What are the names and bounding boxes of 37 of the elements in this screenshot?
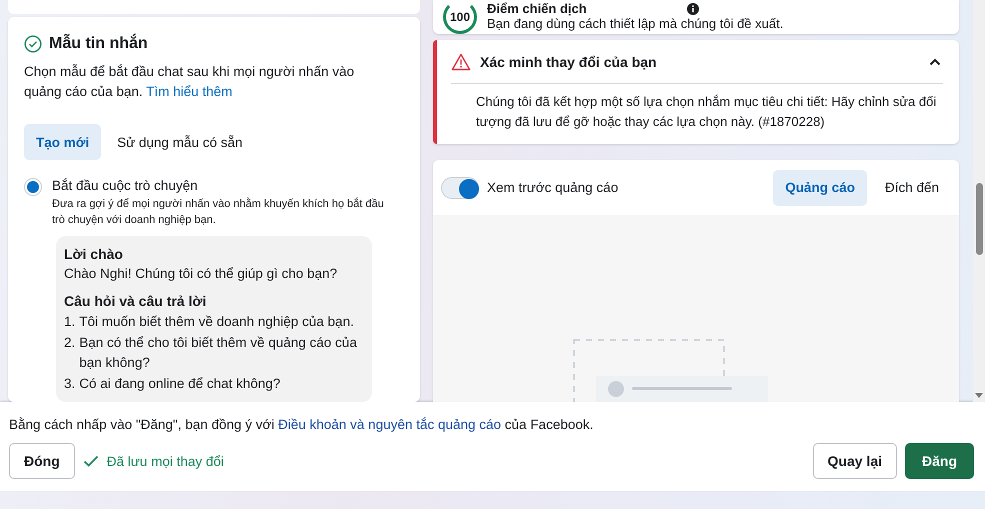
info-icon[interactable]: [686, 3, 699, 15]
score-title: Điểm chiến dịch: [487, 2, 587, 16]
publish-button[interactable]: Đăng: [905, 443, 974, 479]
terms-link[interactable]: Điều khoản và nguyên tắc quảng cáo: [278, 417, 502, 432]
preview-tab[interactable]: Quảng cáo: [773, 170, 867, 206]
radio-button[interactable]: [24, 178, 42, 196]
question-text: Tôi muốn biết thêm về doanh nghiệp của bạn.: [79, 313, 354, 331]
question-number: 2.: [64, 334, 76, 352]
toggle-label: Xem trước quảng cáo: [487, 180, 620, 195]
scrollbar[interactable]: [973, 0, 985, 402]
learn-more-link[interactable]: Tìm hiểu thêm: [146, 84, 232, 99]
template-tab[interactable]: Sử dụng mẫu có sẵn: [105, 124, 254, 160]
alert-message: Chúng tôi đã kết hợp một số lựa chọn nhắm mục tiêu chi tiết: Hãy chỉnh sửa đối tượng đã lưu để gỡ hoặc thay các lựa chọn này. (#1870228): [476, 93, 938, 131]
question-number: 3.: [64, 375, 76, 393]
faq-heading: Câu hỏi và câu trả lời: [64, 292, 208, 311]
greeting-heading: Lời chào: [64, 245, 124, 264]
score-subtitle: Bạn đang dùng cách thiết lập mà chúng tôi đề xuất.: [487, 16, 784, 32]
option-description: Đưa ra gợi ý để mọi người nhấn vào nhằm khuyến khích họ bắt đầu trò chuyện với doanh nghiệp bạn.: [52, 196, 385, 228]
saved-status: Đã lưu mọi thay đổi: [106, 454, 224, 468]
question-number: 1.: [64, 313, 76, 331]
back-button[interactable]: Quay lại: [812, 443, 897, 479]
preview-tab[interactable]: Đích đến: [872, 170, 951, 206]
template-tab[interactable]: Tạo mới: [24, 124, 102, 160]
toggle-switch[interactable]: [441, 176, 479, 198]
check-icon: [82, 455, 99, 467]
chevron-icon[interactable]: [929, 58, 941, 66]
alert-title: Xác minh thay đổi của bạn: [480, 54, 658, 70]
warning-icon: [451, 52, 471, 70]
terms-text: Bằng cách nhấp vào "Đăng", bạn đồng ý với Điều khoản và nguyên tắc quảng cáo của Facebook.: [9, 416, 594, 434]
question-text: Có ai đang online để chat không?: [79, 375, 280, 393]
option-label: Bắt đầu cuộc trò chuyện: [52, 177, 199, 195]
greeting-text: Chào Nghi! Chúng tôi có thể giúp gì cho bạn?: [64, 265, 338, 283]
section-title: Mẫu tin nhắn: [49, 35, 148, 53]
question-text: Bạn có thể cho tôi biết thêm về quảng cáo của bạn không?: [79, 334, 358, 372]
check-circle-icon: [24, 35, 42, 53]
section-description: Chọn mẫu để bắt đầu chat sau khi mọi người nhấn vào quảng cáo của bạn. Tìm hiểu thêm: [24, 63, 356, 101]
close-button[interactable]: Đóng: [9, 443, 75, 479]
